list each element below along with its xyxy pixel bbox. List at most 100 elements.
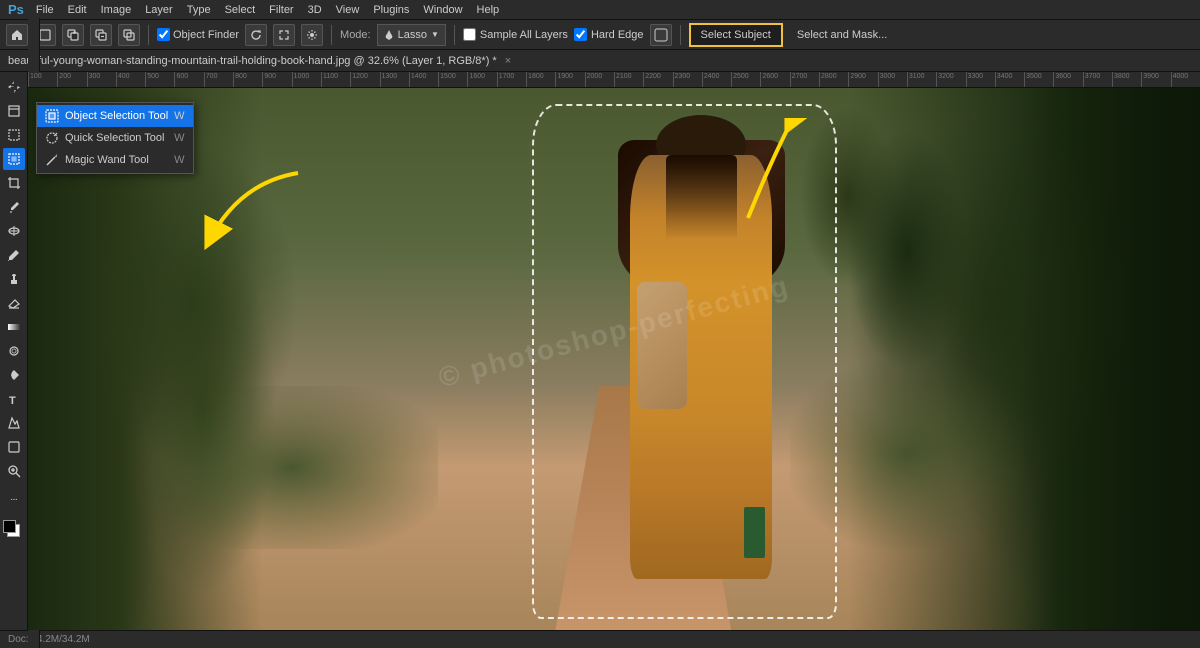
ruler-tick: 2000 <box>585 72 614 87</box>
ruler-tick: 3000 <box>878 72 907 87</box>
fit-icon[interactable] <box>273 24 295 46</box>
menu-plugins[interactable]: Plugins <box>367 2 415 18</box>
mode-value: Lasso <box>398 29 427 41</box>
flyout-quick-selection-shortcut: W <box>174 132 184 144</box>
eyedropper-tool[interactable] <box>3 196 25 218</box>
ruler-tick: 600 <box>174 72 203 87</box>
sample-icon[interactable] <box>650 24 672 46</box>
object-select-icon <box>45 109 59 123</box>
book <box>744 507 765 558</box>
more-tools[interactable]: ··· <box>3 488 25 510</box>
add-selection-icon[interactable] <box>62 24 84 46</box>
menu-bar: Ps File Edit Image Layer Type Select Fil… <box>0 0 1200 20</box>
artboard-tool[interactable] <box>3 100 25 122</box>
document-tab[interactable]: beautiful-young-woman-standing-mountain-… <box>0 50 1200 72</box>
sample-all-layers-group: Sample All Layers <box>463 28 568 41</box>
woman-backpack <box>637 282 687 409</box>
menu-help[interactable]: Help <box>471 2 506 18</box>
divider-3 <box>454 25 455 45</box>
object-finder-label: Object Finder <box>173 29 239 41</box>
gradient-tool[interactable] <box>3 316 25 338</box>
sample-all-layers-label: Sample All Layers <box>480 29 568 41</box>
tool-flyout-menu: Object Selection Tool W Quick Selection … <box>36 102 194 174</box>
doc-close[interactable]: × <box>505 55 511 67</box>
hard-edge-checkbox[interactable] <box>574 28 587 41</box>
ruler-tick: 1200 <box>350 72 379 87</box>
settings-icon[interactable] <box>301 24 323 46</box>
shape-tool[interactable] <box>3 436 25 458</box>
select-and-mask-button[interactable]: Select and Mask... <box>789 23 896 47</box>
eraser-tool[interactable] <box>3 292 25 314</box>
foliage-right-edge <box>1024 88 1200 630</box>
path-select-tool[interactable] <box>3 412 25 434</box>
ruler-tick: 1400 <box>409 72 438 87</box>
flyout-magic-wand-shortcut: W <box>174 154 184 166</box>
ruler-tick: 2300 <box>673 72 702 87</box>
ruler-tick: 2200 <box>643 72 672 87</box>
ruler-tick: 3700 <box>1083 72 1112 87</box>
zoom-tool[interactable] <box>3 460 25 482</box>
mode-dropdown[interactable]: Lasso ▼ <box>377 24 446 46</box>
subtract-selection-icon[interactable] <box>90 24 112 46</box>
object-select-tool[interactable] <box>3 148 25 170</box>
healing-tool[interactable] <box>3 220 25 242</box>
ruler-tick: 3800 <box>1112 72 1141 87</box>
ruler-tick: 1800 <box>526 72 555 87</box>
doc-filename: beautiful-young-woman-standing-mountain-… <box>8 55 497 67</box>
ruler-tick: 2400 <box>702 72 731 87</box>
flyout-magic-wand[interactable]: Magic Wand Tool W <box>37 149 193 171</box>
ruler-tick: 3900 <box>1141 72 1170 87</box>
photo-canvas: © photoshop-perfecting <box>28 88 1200 630</box>
blur-tool[interactable] <box>3 340 25 362</box>
ruler-tick: 2600 <box>760 72 789 87</box>
photo-bg-layer: © photoshop-perfecting <box>28 88 1200 630</box>
woman-body <box>630 155 772 579</box>
mode-label: Mode: <box>340 29 371 41</box>
status-text: Doc: 34.2M/34.2M <box>8 634 90 645</box>
intersect-selection-icon[interactable] <box>118 24 140 46</box>
menu-window[interactable]: Window <box>417 2 468 18</box>
type-tool[interactable]: T <box>3 388 25 410</box>
menu-filter[interactable]: Filter <box>263 2 299 18</box>
ruler-tick: 1300 <box>380 72 409 87</box>
refresh-icon[interactable] <box>245 24 267 46</box>
flyout-quick-selection[interactable]: Quick Selection Tool W <box>37 127 193 149</box>
flyout-object-selection[interactable]: Object Selection Tool W <box>37 105 193 127</box>
flyout-object-selection-shortcut: W <box>174 110 184 122</box>
ruler-tick: 2100 <box>614 72 643 87</box>
svg-text:T: T <box>9 395 16 406</box>
menu-view[interactable]: View <box>330 2 366 18</box>
clone-tool[interactable] <box>3 268 25 290</box>
select-subject-button[interactable]: Select Subject <box>689 23 783 47</box>
menu-layer[interactable]: Layer <box>139 2 179 18</box>
menu-type[interactable]: Type <box>181 2 217 18</box>
status-bar: Doc: 34.2M/34.2M <box>0 630 1200 648</box>
menu-select[interactable]: Select <box>219 2 262 18</box>
flyout-magic-wand-label: Magic Wand Tool <box>65 154 149 166</box>
menu-file[interactable]: File <box>30 2 60 18</box>
sample-all-layers-checkbox[interactable] <box>463 28 476 41</box>
crop-tool[interactable] <box>3 172 25 194</box>
pen-tool[interactable] <box>3 364 25 386</box>
home-icon[interactable] <box>6 24 28 46</box>
ruler-tick: 2500 <box>731 72 760 87</box>
brush-tool[interactable] <box>3 244 25 266</box>
rectangular-select-tool[interactable] <box>3 124 25 146</box>
menu-image[interactable]: Image <box>95 2 138 18</box>
mode-chevron: ▼ <box>431 30 439 39</box>
divider-1 <box>148 25 149 45</box>
coat-collar <box>666 155 737 240</box>
move-tool[interactable] <box>3 76 25 98</box>
menu-edit[interactable]: Edit <box>62 2 93 18</box>
horizontal-ruler: 100 200 300 400 500 600 700 800 900 1000… <box>28 72 1200 88</box>
menu-3d[interactable]: 3D <box>302 2 328 18</box>
ruler-tick: 300 <box>87 72 116 87</box>
ruler-tick: 100 <box>28 72 57 87</box>
fg-bg-colors[interactable] <box>3 520 25 542</box>
canvas-area[interactable]: 100 200 300 400 500 600 700 800 900 1000… <box>28 72 1200 630</box>
ps-logo: Ps <box>8 2 24 17</box>
ruler-tick: 400 <box>116 72 145 87</box>
ruler-tick: 3100 <box>907 72 936 87</box>
object-finder-checkbox[interactable] <box>157 28 170 41</box>
ruler-tick: 3600 <box>1053 72 1082 87</box>
